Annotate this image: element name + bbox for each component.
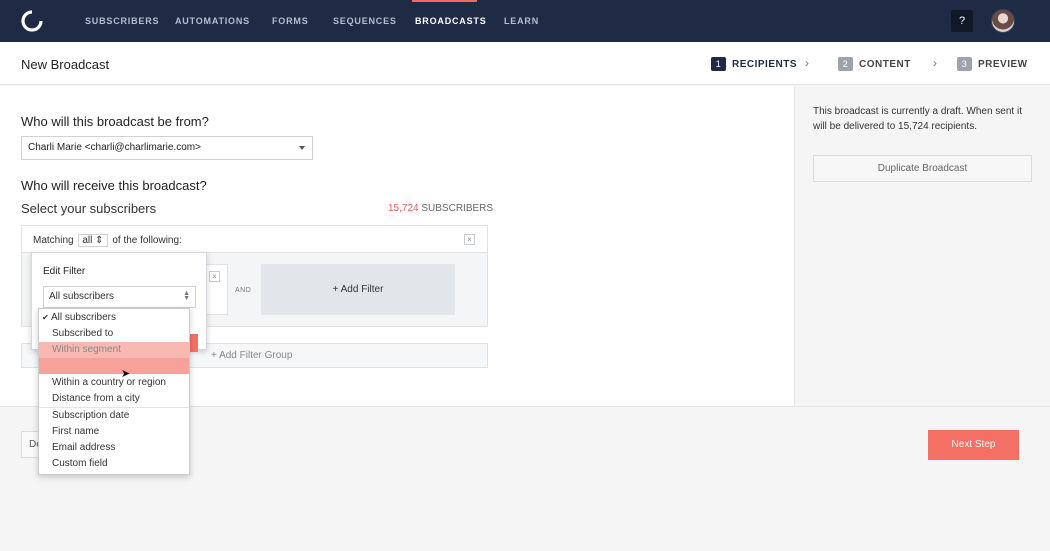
option-first-name[interactable]: First name — [39, 424, 189, 440]
option-email-address[interactable]: Email address — [39, 440, 189, 456]
step-preview[interactable]: 3 PREVIEW — [957, 57, 1028, 71]
nav-sequences[interactable]: SEQUENCES — [333, 16, 397, 26]
option-distance-from-city[interactable]: Distance from a city — [39, 391, 189, 407]
subscriber-count: 15,724 SUBSCRIBERS — [388, 203, 493, 214]
top-navigation: SUBSCRIBERS AUTOMATIONS FORMS SEQUENCES … — [0, 0, 1050, 42]
add-filter-button[interactable]: + Add Filter — [261, 264, 455, 315]
option-subscribed-to[interactable]: Subscribed to — [39, 326, 189, 342]
page-title: New Broadcast — [21, 57, 110, 72]
and-label: AND — [235, 287, 252, 294]
convertkit-logo-icon[interactable] — [20, 10, 44, 32]
from-question: Who will this broadcast be from? — [21, 114, 209, 129]
select-subscribers-label: Select your subscribers — [21, 201, 157, 216]
caret-down-icon — [299, 146, 305, 150]
nav-active-indicator — [412, 0, 477, 2]
option-within-segment[interactable]: Within segment — [39, 342, 189, 358]
from-select[interactable]: Charli Marie <charli@charlimarie.com> — [21, 136, 313, 160]
filter-group-header: Matching all ⇕ of the following: × — [21, 225, 488, 253]
receive-question: Who will receive this broadcast? — [21, 178, 207, 193]
step-content[interactable]: 2 CONTENT — [838, 57, 911, 71]
nav-automations[interactable]: AUTOMATIONS — [175, 16, 250, 26]
page-header: New Broadcast 1 RECIPIENTS › 2 CONTENT › 3… — [0, 42, 1050, 85]
option-within-country[interactable]: Within a country or region — [39, 375, 189, 391]
nav-broadcasts[interactable]: BROADCASTS — [415, 16, 487, 26]
step-recipients[interactable]: 1 RECIPIENTS — [711, 57, 797, 71]
option-all-subscribers[interactable]: ✔ All subscribers — [39, 310, 189, 326]
matching-suffix: of the following: — [112, 235, 182, 246]
chevron-right-icon: › — [805, 56, 809, 70]
option-hovered[interactable] — [39, 358, 189, 374]
step-number: 3 — [957, 57, 972, 71]
subscriber-count-number: 15,724 — [388, 203, 419, 214]
filter-type-dropdown: ✔ All subscribers Subscribed to Within s… — [38, 308, 190, 475]
next-step-button[interactable]: Next Step — [928, 430, 1019, 460]
matching-select[interactable]: all ⇕ — [78, 234, 108, 247]
remove-filter-icon[interactable]: × — [209, 271, 220, 282]
filter-type-select[interactable]: All subscribers ▲ ▼ — [43, 286, 196, 308]
filter-type-value: All subscribers — [49, 291, 115, 302]
matching-select-value: all — [82, 235, 93, 246]
step-label: CONTENT — [859, 59, 911, 70]
option-subscription-date[interactable]: Subscription date — [39, 408, 189, 424]
user-avatar[interactable] — [991, 9, 1015, 33]
draft-status-text: This broadcast is currently a draft. Whe… — [813, 106, 1022, 132]
edit-filter-title: Edit Filter — [43, 266, 86, 277]
chevron-right-icon: › — [933, 56, 937, 70]
broadcast-status-sidebar: This broadcast is currently a draft. Whe… — [794, 86, 1050, 406]
remove-group-icon[interactable]: × — [464, 234, 475, 245]
duplicate-broadcast-button[interactable]: Duplicate Broadcast — [813, 155, 1032, 182]
matching-text: Matching all ⇕ of the following: — [33, 234, 182, 247]
from-select-value: Charli Marie <charli@charlimarie.com> — [28, 142, 201, 153]
nav-learn[interactable]: LEARN — [504, 16, 539, 26]
nav-forms[interactable]: FORMS — [272, 16, 309, 26]
step-label: RECIPIENTS — [732, 59, 798, 70]
option-label: All subscribers — [50, 312, 116, 323]
mouse-cursor-icon: ➤ — [121, 368, 131, 380]
checkmark-icon: ✔ — [42, 313, 49, 322]
help-button[interactable]: ? — [951, 10, 973, 32]
step-label: PREVIEW — [978, 59, 1028, 70]
option-custom-field[interactable]: Custom field — [39, 456, 189, 472]
step-number: 2 — [838, 57, 853, 71]
nav-subscribers[interactable]: SUBSCRIBERS — [85, 16, 159, 26]
matching-prefix: Matching — [33, 235, 74, 246]
subscriber-count-label: SUBSCRIBERS — [421, 203, 494, 214]
step-number: 1 — [711, 57, 726, 71]
updown-arrows-icon: ▲ ▼ — [183, 290, 190, 302]
